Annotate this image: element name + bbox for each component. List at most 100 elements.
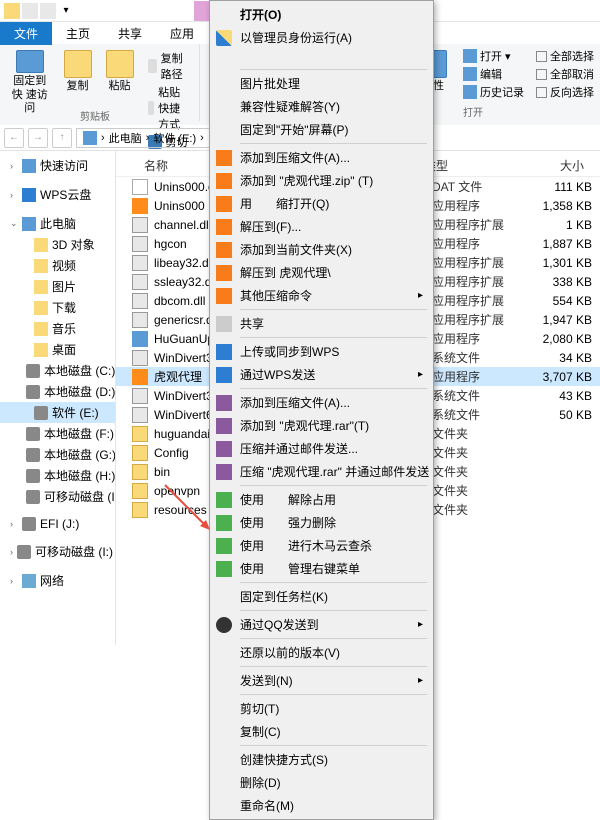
invert-button[interactable]: 反向选择 — [536, 84, 594, 100]
paste-icon — [106, 50, 134, 78]
edit-button[interactable]: 编辑 — [463, 66, 502, 82]
selectnone-button[interactable]: 全部取消 — [536, 66, 594, 82]
nav-item[interactable]: 本地磁盘 (G:) — [0, 444, 115, 465]
qat-item[interactable] — [22, 3, 38, 19]
nav-item[interactable]: ›快速访问 — [0, 155, 115, 176]
pin-icon — [16, 50, 44, 73]
ctx-item[interactable]: 图片批处理 — [212, 72, 431, 95]
tab-app[interactable]: 应用 — [156, 22, 208, 45]
nav-item[interactable]: 本地磁盘 (D:) — [0, 381, 115, 402]
nav-item[interactable]: 图片 — [0, 276, 115, 297]
ctx-item[interactable]: 上传或同步到WPS — [212, 340, 431, 363]
tab-file[interactable]: 文件 — [0, 22, 52, 45]
nav-item[interactable]: 本地磁盘 (C:) — [0, 360, 115, 381]
ctx-item[interactable]: 兼容性疑难解答(Y) — [212, 95, 431, 118]
ctx-item[interactable]: 压缩 "虎观代理.rar" 并通过邮件发送 — [212, 460, 431, 483]
copy-button[interactable]: 复制 — [60, 48, 96, 117]
file-icon — [132, 350, 148, 366]
file-icon — [132, 198, 148, 214]
edit-icon — [463, 67, 477, 81]
fold-icon — [34, 301, 48, 315]
ctx-separator — [240, 694, 427, 695]
open-button[interactable]: 打开 ▾ — [463, 48, 511, 64]
ctx-item[interactable]: 解压到 虎观代理\ — [212, 261, 431, 284]
fold-icon — [34, 280, 48, 294]
disk-icon — [22, 517, 36, 531]
nav-item[interactable]: 音乐 — [0, 318, 115, 339]
qat-item[interactable] — [40, 3, 56, 19]
paste-button[interactable]: 粘贴 — [102, 48, 138, 117]
ctx-item[interactable]: 使用 强力删除 — [212, 511, 431, 534]
gray-icon — [216, 316, 232, 332]
file-icon — [132, 331, 148, 347]
qat-divider: ▾ — [58, 3, 74, 19]
ctx-item[interactable]: 固定到任务栏(K) — [212, 585, 431, 608]
nav-item[interactable]: 本地磁盘 (F:) — [0, 423, 115, 444]
copypath-button[interactable]: 复制路径 — [148, 50, 189, 82]
pin-button[interactable]: 固定到快 速访问 — [6, 48, 54, 117]
nav-item[interactable]: 可移动磁盘 (I:) — [0, 486, 115, 507]
fold-icon — [34, 343, 48, 357]
pasteshortcut-button[interactable]: 粘贴快捷方式 — [148, 84, 189, 132]
ctx-item[interactable]: 添加到当前文件夹(X) — [212, 238, 431, 261]
ctx-item[interactable]: 删除(D) — [212, 771, 431, 794]
w360-icon — [216, 561, 232, 577]
ctx-item[interactable]: 打开(O) — [212, 3, 431, 26]
nav-item[interactable]: ⌄此电脑 — [0, 213, 115, 234]
ctx-item[interactable]: 添加到压缩文件(A)... — [212, 146, 431, 169]
ctx-item[interactable]: 重命名(M) — [212, 794, 431, 817]
ctx-item[interactable]: 固定到"开始"屏幕(P) — [212, 118, 431, 141]
tab-home[interactable]: 主页 — [52, 22, 104, 45]
wrar-icon — [216, 395, 232, 411]
ctx-item[interactable]: 通过QQ发送到 ▸ — [212, 613, 431, 636]
ctx-item[interactable]: 其他压缩命令 ▸ — [212, 284, 431, 307]
file-icon — [132, 388, 148, 404]
back-button[interactable]: ← — [4, 128, 24, 148]
ctx-item[interactable]: 用 缩打开(Q) — [212, 192, 431, 215]
pc-icon — [83, 131, 97, 145]
disk-icon — [26, 490, 40, 504]
up-button[interactable]: ↑ — [52, 128, 72, 148]
ctx-item[interactable]: 添加到 "虎观代理.zip" (T) — [212, 169, 431, 192]
nav-item[interactable]: ›EFI (J:) — [0, 515, 115, 533]
nav-item[interactable]: 软件 (E:) — [0, 402, 115, 423]
nav-item[interactable]: ›网络 — [0, 570, 115, 591]
ctx-item[interactable]: 解压到(F)... — [212, 215, 431, 238]
ctx-item[interactable]: 还原以前的版本(V) — [212, 641, 431, 664]
nav-item[interactable]: ›可移动磁盘 (I:) — [0, 541, 115, 562]
ctx-item[interactable]: 使用 进行木马云查杀 — [212, 534, 431, 557]
ctx-item[interactable]: 复制(C) — [212, 720, 431, 743]
copy-icon — [64, 50, 92, 78]
history-button[interactable]: 历史记录 — [463, 84, 524, 100]
nav-item[interactable]: 下载 — [0, 297, 115, 318]
nav-item[interactable]: 桌面 — [0, 339, 115, 360]
ctx-item[interactable]: 压缩并通过邮件发送... — [212, 437, 431, 460]
nav-item[interactable]: 3D 对象 — [0, 234, 115, 255]
ctx-item[interactable]: 发送到(N) ▸ — [212, 669, 431, 692]
ctx-item[interactable]: 创建快捷方式(S) — [212, 748, 431, 771]
ctx-item[interactable]: 共享 — [212, 312, 431, 335]
ctx-item[interactable]: 剪切(T) — [212, 697, 431, 720]
wps-icon — [22, 188, 36, 202]
ctx-item[interactable]: 通过WPS发送 ▸ — [212, 363, 431, 386]
folder-icon[interactable] — [4, 3, 20, 19]
zip-icon — [216, 173, 232, 189]
forward-button[interactable]: → — [28, 128, 48, 148]
ctx-item[interactable]: 使用 管理右键菜单 — [212, 557, 431, 580]
shortcut-icon — [148, 101, 155, 115]
ctx-separator — [240, 582, 427, 583]
ctx-separator — [240, 745, 427, 746]
ctx-item[interactable]: 以管理员身份运行(A) — [212, 26, 431, 49]
nav-item[interactable]: 本地磁盘 (H:) — [0, 465, 115, 486]
ctx-item[interactable]: 添加到压缩文件(A)... — [212, 391, 431, 414]
ctx-item[interactable]: 添加到 "虎观代理.rar"(T) — [212, 414, 431, 437]
tab-share[interactable]: 共享 — [104, 22, 156, 45]
check-icon — [536, 87, 547, 98]
nav-item[interactable]: 视频 — [0, 255, 115, 276]
ctx-item[interactable]: 使用 解除占用 — [212, 488, 431, 511]
file-icon — [132, 293, 148, 309]
chevron-right-icon: ▸ — [418, 619, 423, 630]
ctx-separator — [240, 485, 427, 486]
nav-item[interactable]: ›WPS云盘 — [0, 184, 115, 205]
selectall-button[interactable]: 全部选择 — [536, 48, 594, 64]
